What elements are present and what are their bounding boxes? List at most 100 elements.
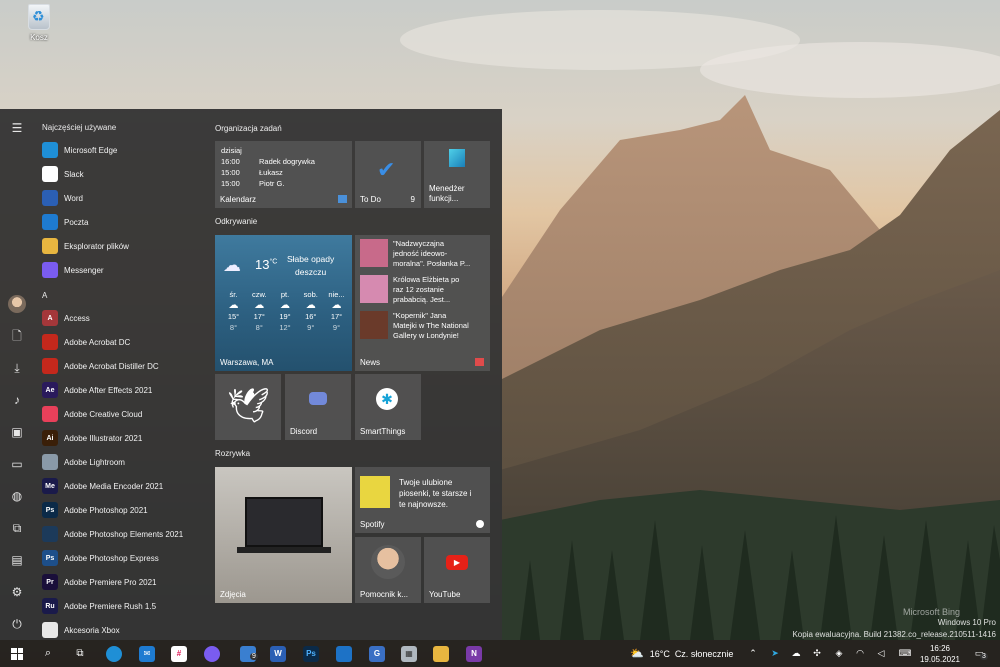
start-rail: ☰ 🗋 ⤓ ♪ ▣ ▭ ◍ ⧉ ▤ ⚙ ⏻ xyxy=(0,109,34,640)
music-icon[interactable]: ♪ xyxy=(8,391,26,409)
weather-description: Słabe opady deszczu xyxy=(287,253,334,279)
news-headline-line1: "Kopernik" Jana xyxy=(393,311,447,320)
documents-icon[interactable]: 🗋 xyxy=(8,327,26,345)
forecast-day: pt. ☁ 19° 12° xyxy=(273,289,298,333)
app-label: Poczta xyxy=(64,217,89,227)
task-manager-label: Menedżer funkcji... xyxy=(429,184,465,204)
recycle-bin-label: Kosz xyxy=(30,33,48,42)
search-icon[interactable]: ⌕ xyxy=(38,640,58,667)
app-label: Messenger xyxy=(64,265,104,275)
app-list-item[interactable]: Adobe Lightroom xyxy=(42,451,125,473)
app-label: Slack xyxy=(64,169,84,179)
taskbar-messenger[interactable] xyxy=(202,640,222,667)
settings-tray-icon[interactable]: ✣ xyxy=(810,640,824,667)
file-explorer-icon[interactable]: ▤ xyxy=(8,551,26,569)
discord-tile[interactable]: Discord xyxy=(285,374,351,440)
app-list-item[interactable]: Ru Adobe Premiere Rush 1.5 xyxy=(42,595,156,617)
hamburger-menu-icon[interactable]: ☰ xyxy=(8,119,26,137)
taskbar-photoshop[interactable]: Ps xyxy=(301,640,321,667)
videos-icon[interactable]: ▭ xyxy=(8,455,26,473)
group-title-entertainment: Rozrywka xyxy=(215,449,251,458)
spotify-tile[interactable]: Twoje ulubione piosenki, te starsze i te… xyxy=(355,467,490,533)
app-list-item[interactable]: Me Adobe Media Encoder 2021 xyxy=(42,475,163,497)
task-manager-tile[interactable]: Menedżer funkcji... xyxy=(424,141,490,208)
taskbar-trello[interactable] xyxy=(334,640,354,667)
recent-app-item[interactable]: Messenger xyxy=(42,259,104,281)
app-list-item[interactable]: Adobe Creative Cloud xyxy=(42,403,142,425)
app-list-item[interactable]: Ai Adobe Illustrator 2021 xyxy=(42,427,142,449)
calendar-tile[interactable]: dzisiaj 16:00 Radek dogrywka 15:00 Łukasz 15… xyxy=(215,141,352,208)
forecast-lo: 9° xyxy=(307,323,315,332)
news-item[interactable]: Królowa Elżbieta po raz 12 zostanie prabab… xyxy=(360,275,459,305)
pictures-icon[interactable]: ▣ xyxy=(8,423,26,441)
recent-header: Najczęściej używane xyxy=(42,123,117,132)
power-icon[interactable]: ⏻ xyxy=(8,615,26,633)
personal-folder-icon[interactable]: ⧉ xyxy=(8,519,26,537)
start-button[interactable] xyxy=(6,640,28,667)
taskbar-calculator[interactable]: ▦ xyxy=(399,640,419,667)
taskbar-word[interactable]: W xyxy=(268,640,288,667)
twitter-tile[interactable]: 🕊 xyxy=(215,374,281,440)
taskbar-slack[interactable]: # xyxy=(169,640,189,667)
recycle-bin[interactable]: Kosz xyxy=(22,4,56,42)
app-list-item[interactable]: Ae Adobe After Effects 2021 xyxy=(42,379,152,401)
news-headline-line3: Gallery w Londynie! xyxy=(393,331,459,340)
recent-app-item[interactable]: Microsoft Edge xyxy=(42,139,117,161)
news-thumbnail xyxy=(360,275,388,303)
event-title: Radek dogrywka xyxy=(259,157,315,166)
keyboard-icon[interactable]: ⌨ xyxy=(897,640,913,667)
outlook-icon: G xyxy=(369,645,385,662)
assistant-tile[interactable]: Pomocnik k... xyxy=(355,537,421,603)
forecast-lo: 12° xyxy=(279,323,291,332)
app-list-item[interactable]: Ps Adobe Photoshop Express xyxy=(42,547,159,569)
forecast-name: nie... xyxy=(328,290,345,299)
action-center-button[interactable]: ▭ 3 xyxy=(968,640,990,667)
recent-app-item[interactable]: Eksplorator plików xyxy=(42,235,129,257)
clock[interactable]: 16:26 19.05.2021 xyxy=(918,640,962,667)
recent-app-item[interactable]: Slack xyxy=(42,163,84,185)
taskbar-file-explorer[interactable] xyxy=(431,640,451,667)
user-avatar[interactable] xyxy=(8,295,26,313)
taskbar-outlook[interactable]: G xyxy=(367,640,387,667)
onedrive-tray-icon[interactable]: ☁ xyxy=(789,640,803,667)
news-item[interactable]: "Kopernik" Jana Matejki w The National Gal… xyxy=(360,311,469,341)
settings-icon[interactable]: ⚙ xyxy=(8,583,26,601)
discord-label: Discord xyxy=(290,427,318,436)
taskbar-edge[interactable] xyxy=(104,640,124,667)
task-view-icon[interactable]: ⧉ xyxy=(70,640,90,667)
weather-widget[interactable]: ⛅ 16°C Cz. słonecznie xyxy=(630,640,738,667)
taskbar-mail[interactable]: ✉ xyxy=(137,640,157,667)
smartthings-tile[interactable]: ✱ SmartThings xyxy=(355,374,421,440)
app-list-item[interactable]: Adobe Acrobat DC xyxy=(42,331,130,353)
app-list-item[interactable]: Ps Adobe Photoshop 2021 xyxy=(42,499,148,521)
volume-icon[interactable]: ◁ xyxy=(874,640,888,667)
app-list-item[interactable]: Akcesoria Xbox xyxy=(42,619,120,641)
taskbar-onenote[interactable]: N xyxy=(464,640,484,667)
weather-tile[interactable]: ☁ 13°C Słabe opady deszczu śr. ☁ 15° 8° czw.… xyxy=(215,235,352,371)
app-label: Akcesoria Xbox xyxy=(64,625,120,635)
recent-app-item[interactable]: Poczta xyxy=(42,211,88,233)
wifi-icon[interactable]: ◠ xyxy=(853,640,867,667)
todo-tile[interactable]: ✔ To Do 9 xyxy=(355,141,421,208)
news-tile[interactable]: "Nadzwyczajna jedność ideowo-moralna". Po… xyxy=(355,235,490,371)
recent-app-item[interactable]: Word xyxy=(42,187,83,209)
app-label: Adobe Photoshop 2021 xyxy=(64,505,148,515)
downloads-icon[interactable]: ⤓ xyxy=(8,359,26,377)
photos-tile[interactable]: Zdjęcia xyxy=(215,467,352,603)
news-headline: Królowa Elżbieta po raz 12 zostanie prabab… xyxy=(393,275,459,305)
telegram-tray-icon[interactable]: ➤ xyxy=(768,640,782,667)
taskbar-store[interactable]: 9 xyxy=(236,640,260,667)
calendar-event: 15:00 Łukasz xyxy=(221,167,315,178)
app-list-item[interactable]: A Access xyxy=(42,307,90,329)
app-list-item[interactable]: Pr Adobe Premiere Pro 2021 xyxy=(42,571,157,593)
news-item[interactable]: "Nadzwyczajna jedność ideowo-moralna". Po… xyxy=(360,239,470,269)
youtube-tile[interactable]: ▶ YouTube xyxy=(424,537,490,603)
app-list-item[interactable]: Adobe Acrobat Distiller DC xyxy=(42,355,159,377)
app-icon: Ai xyxy=(42,430,58,446)
word-icon xyxy=(42,190,58,206)
app-list-item[interactable]: Adobe Photoshop Elements 2021 xyxy=(42,523,183,545)
section-letter-a[interactable]: A xyxy=(42,291,47,300)
dropbox-tray-icon[interactable]: ◈ xyxy=(832,640,846,667)
network-icon[interactable]: ◍ xyxy=(8,487,26,505)
show-hidden-icons[interactable]: ⌃ xyxy=(746,640,760,667)
